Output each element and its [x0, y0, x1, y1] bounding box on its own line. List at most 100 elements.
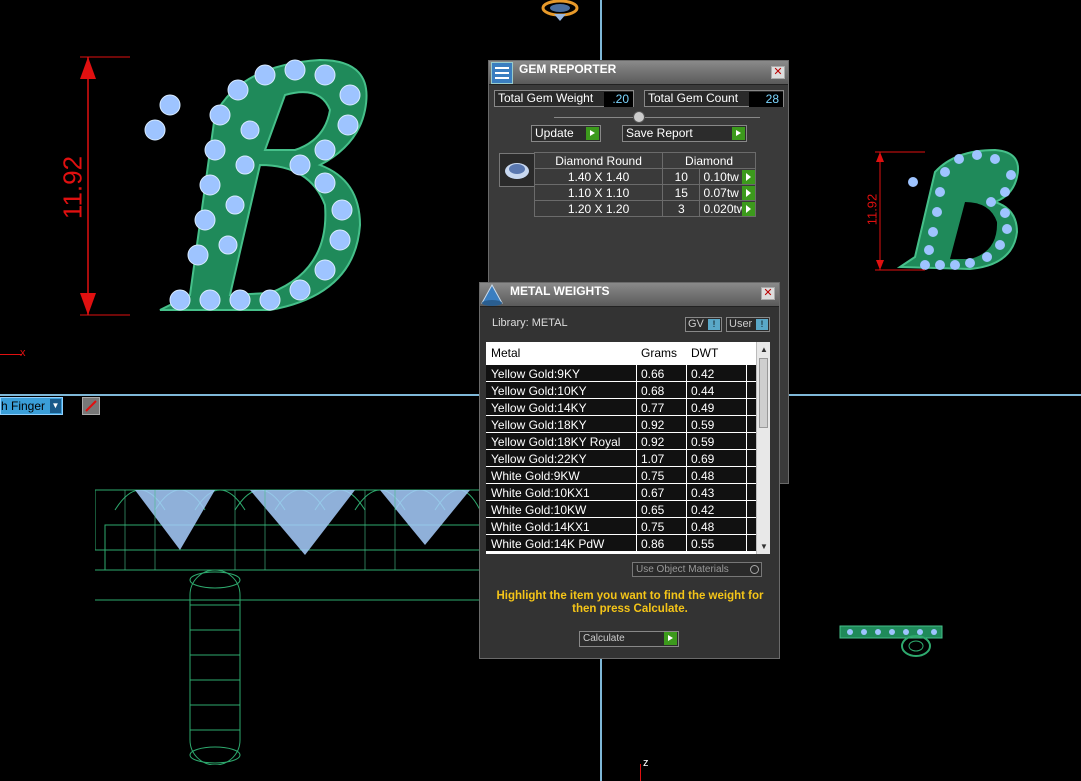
dimension-value-small: 11.92 [864, 193, 880, 226]
update-button-label: Update [535, 126, 574, 140]
gem-table-row[interactable]: 1.20 X 1.20 3 0.020tw [533, 200, 756, 217]
metal-table-row[interactable]: Yellow Gold:18KY 0.92 0.59 [486, 415, 756, 432]
gem-table-row[interactable]: 1.10 X 1.10 15 0.07tw [533, 184, 756, 201]
user-toggle-label: User [729, 318, 753, 330]
metal-weights-close-button[interactable]: ✕ [761, 287, 775, 300]
metal-name: White Gold:14KX1 [491, 520, 590, 534]
radio-icon [750, 565, 759, 574]
gem-reporter-icon [491, 62, 513, 84]
calculate-button[interactable]: Calculate [579, 631, 679, 647]
metal-grams: 1.07 [641, 452, 665, 466]
gem-row-arrow-button[interactable] [742, 170, 755, 184]
splitter-handle[interactable] [633, 111, 645, 123]
gem-size: 1.10 X 1.10 [533, 184, 664, 201]
user-toggle[interactable]: User ! [726, 317, 770, 332]
metal-dwt: 0.44 [691, 384, 715, 398]
metal-table-row[interactable]: White Gold:10KW 0.65 0.42 [486, 500, 756, 517]
metal-name: Yellow Gold:9KY [491, 367, 580, 381]
column-header-dwt: DWT [691, 346, 719, 360]
metal-table-header: Metal Grams DWT [486, 342, 756, 364]
metal-dwt: 0.59 [691, 435, 715, 449]
axis-z-label: z [643, 757, 649, 769]
column-divider [686, 342, 687, 554]
chevron-down-icon: ▼ [50, 399, 61, 413]
save-report-button-label: Save Report [626, 126, 693, 140]
metal-dwt: 0.59 [691, 418, 715, 432]
scroll-up-icon[interactable]: ▲ [760, 345, 768, 354]
column-header-grams: Grams [641, 346, 677, 360]
gv-toggle-label: GV [688, 318, 704, 330]
info-icon: ! [708, 319, 720, 330]
update-button[interactable]: Update [531, 125, 601, 142]
metal-dwt: 0.42 [691, 367, 715, 381]
metal-grams: 0.75 [641, 469, 665, 483]
metal-name: White Gold:14K PdW [491, 537, 605, 551]
metal-weights-icon [480, 283, 504, 307]
scroll-down-icon[interactable]: ▼ [760, 542, 768, 551]
metal-name: White Gold:10KX1 [491, 486, 590, 500]
letter-b-front-model[interactable] [120, 55, 380, 325]
gem-table-row[interactable]: 1.40 X 1.40 10 0.10tw [533, 168, 756, 185]
metal-weights-table: Metal Grams DWT Yellow Gold:9KY 0.66 0.42 Y… [486, 342, 770, 554]
scrollbar-thumb[interactable] [759, 358, 768, 428]
ring-top-view-model[interactable] [838, 622, 944, 658]
metal-dwt: 0.48 [691, 469, 715, 483]
metal-grams: 0.67 [641, 486, 665, 500]
library-label: Library: METAL [492, 317, 568, 329]
play-arrow-icon [732, 127, 745, 140]
top-view-gizmo-icon[interactable] [540, 0, 580, 22]
gem-row-arrow-button[interactable] [742, 186, 755, 200]
view-selector-dropdown[interactable]: h Finger ▼ [0, 397, 63, 415]
play-arrow-icon [664, 632, 677, 645]
gem-row-arrow-button[interactable] [742, 202, 755, 216]
metal-grams: 0.77 [641, 401, 665, 415]
gv-toggle[interactable]: GV ! [685, 317, 722, 332]
metal-table-row[interactable]: Yellow Gold:10KY 0.68 0.44 [486, 381, 756, 398]
metal-dwt: 0.48 [691, 520, 715, 534]
metal-table-row[interactable]: Yellow Gold:22KY 1.07 0.69 [486, 449, 756, 466]
gem-count: 15 [662, 184, 701, 201]
metal-table-row[interactable]: White Gold:9KW 0.75 0.48 [486, 466, 756, 483]
gem-size: 1.40 X 1.40 [533, 168, 664, 185]
column-divider [746, 342, 747, 554]
metal-grams: 0.68 [641, 384, 665, 398]
info-icon: ! [756, 319, 768, 330]
metal-table-row[interactable]: Yellow Gold:14KY 0.77 0.49 [486, 398, 756, 415]
save-report-button[interactable]: Save Report [622, 125, 747, 142]
metal-table-scrollbar[interactable]: ▲ ▼ [756, 342, 770, 554]
metal-name: Yellow Gold:14KY [491, 401, 587, 415]
view-selector-value: h Finger [1, 399, 46, 413]
metal-table-row[interactable]: White Gold:14KX1 0.75 0.48 [486, 517, 756, 534]
gem-count: 3 [662, 200, 701, 217]
view-tool-icon[interactable] [82, 397, 100, 415]
use-object-materials-checkbox[interactable]: Use Object Materials [632, 562, 762, 577]
metal-name: White Gold:9KW [491, 469, 580, 483]
metal-table-row[interactable]: White Gold:14K PdW 0.86 0.55 [486, 534, 756, 551]
splitter-line [554, 117, 760, 118]
column-divider [636, 342, 637, 554]
metal-grams: 0.92 [641, 435, 665, 449]
metal-grams: 0.75 [641, 520, 665, 534]
column-header-metal: Metal [491, 346, 521, 360]
axis-z-line [640, 764, 641, 781]
ring-wireframe-model[interactable] [95, 465, 485, 765]
metal-name: White Gold:10KW [491, 503, 587, 517]
metal-dwt: 0.42 [691, 503, 715, 517]
calculate-button-label: Calculate [583, 633, 625, 644]
axis-x-line [0, 354, 22, 355]
metal-dwt: 0.55 [691, 537, 715, 551]
gem-table: Diamond Round Diamond 1.40 X 1.40 10 0.1… [533, 152, 756, 217]
total-gem-count-value: 28 [749, 92, 783, 107]
metal-grams: 0.92 [641, 418, 665, 432]
gem-reporter-close-button[interactable]: ✕ [771, 66, 785, 79]
metal-name: Yellow Gold:22KY [491, 452, 587, 466]
total-gem-weight-value: .20 [604, 92, 633, 107]
metal-name: Yellow Gold:10KY [491, 384, 587, 398]
metal-table-row[interactable]: Yellow Gold:18KY Royal 0.92 0.59 [486, 432, 756, 449]
metal-table-row[interactable]: White Gold:10KX1 0.67 0.43 [486, 483, 756, 500]
metal-name: Yellow Gold:18KY [491, 418, 587, 432]
metal-table-row[interactable]: Yellow Gold:9KY 0.66 0.42 [486, 364, 756, 381]
diamond-round-icon [499, 153, 535, 187]
gem-count: 10 [662, 168, 701, 185]
metal-grams: 0.66 [641, 367, 665, 381]
